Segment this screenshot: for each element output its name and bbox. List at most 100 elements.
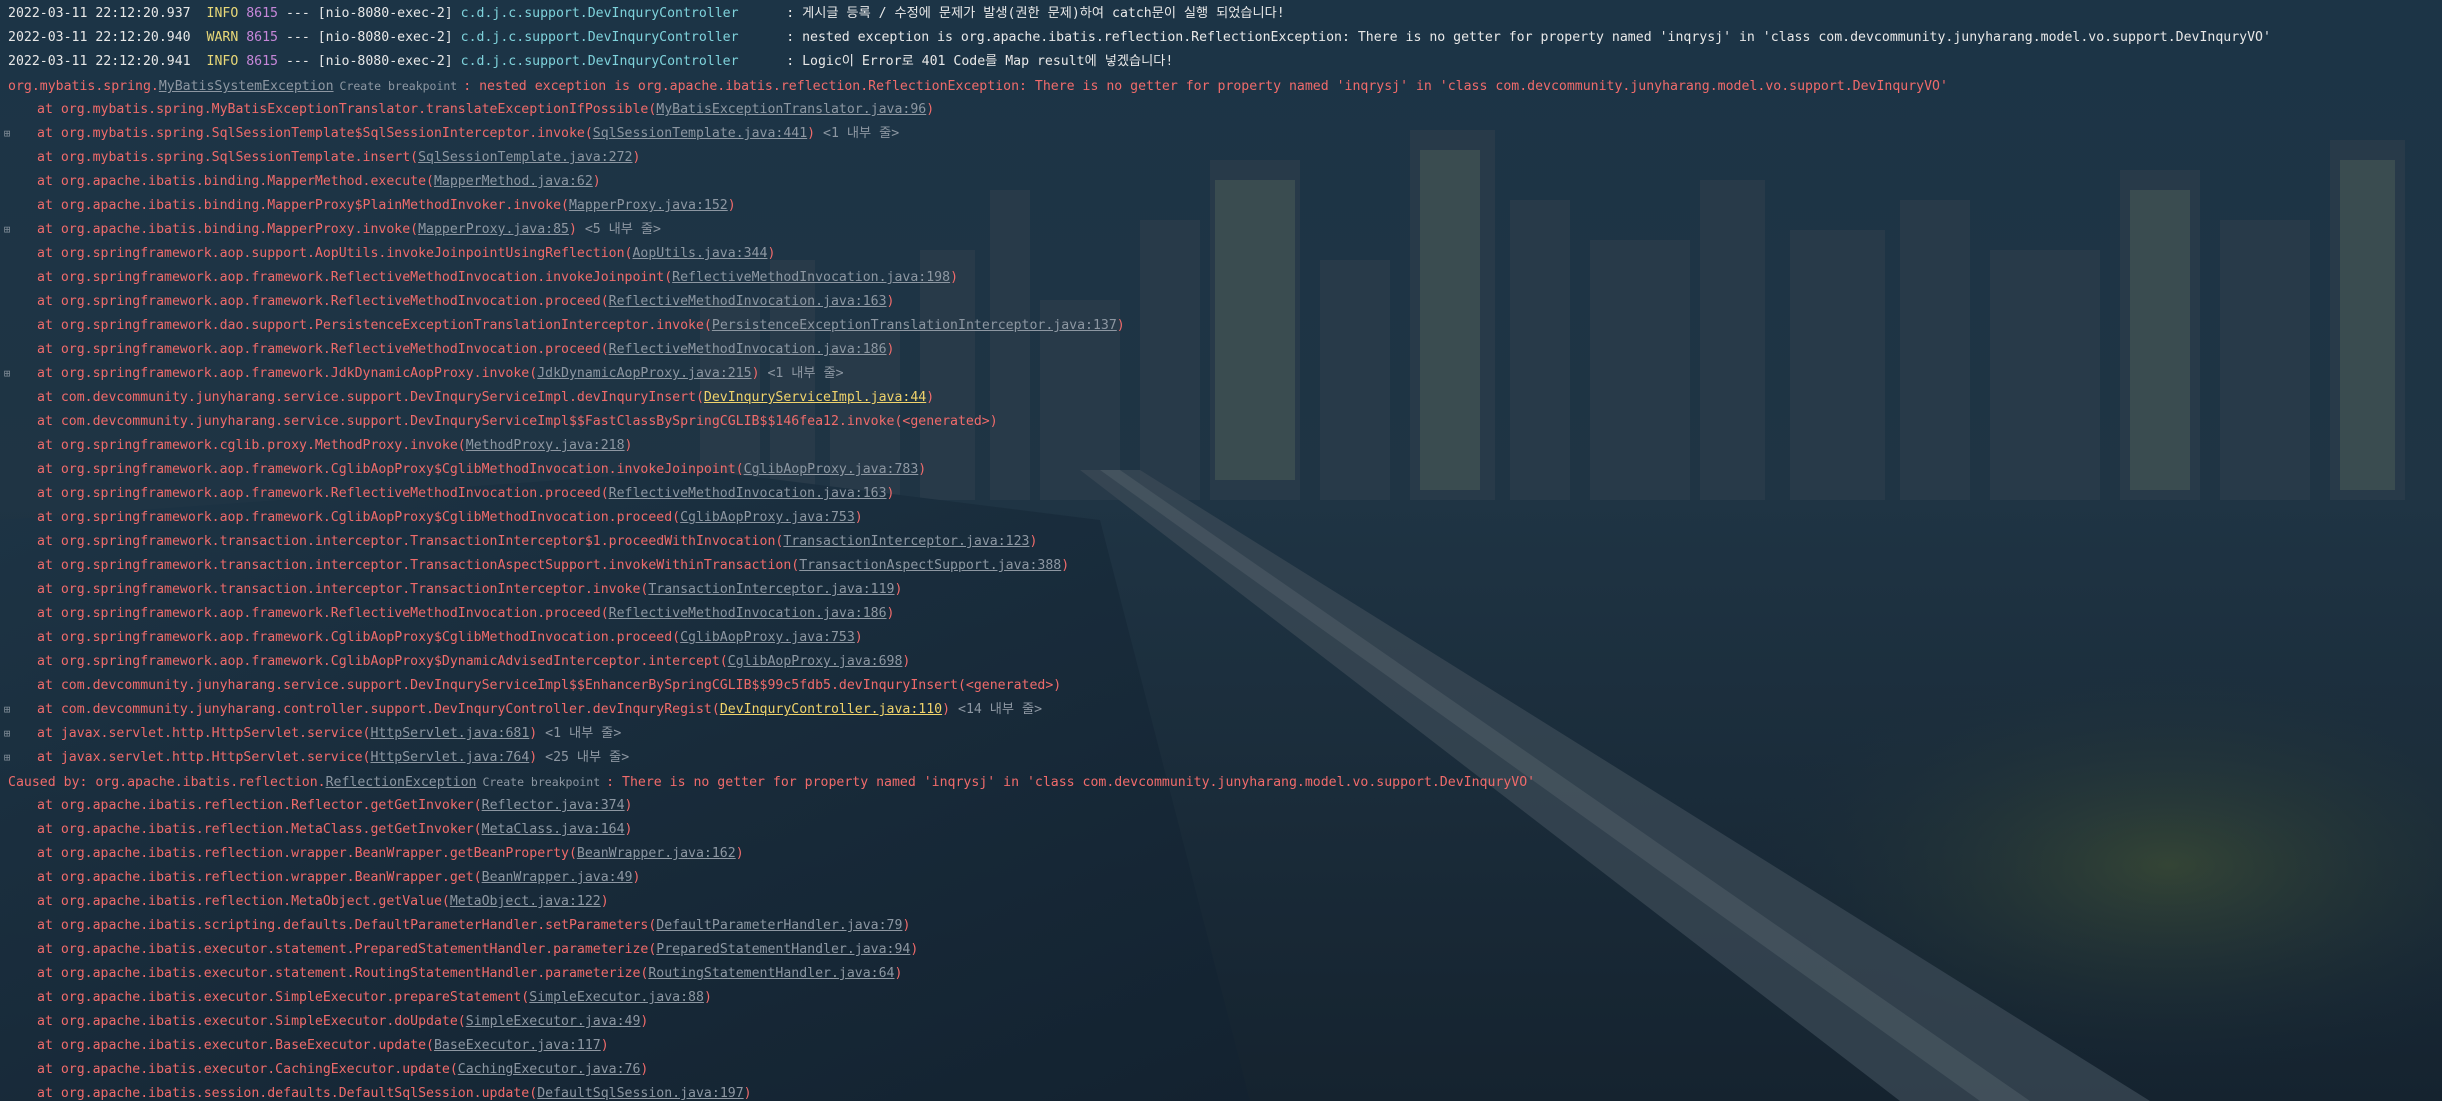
frame-source-link[interactable]: BeanWrapper.java:49 (482, 870, 633, 885)
frame-source-link[interactable]: BaseExecutor.java:117 (434, 1038, 601, 1053)
frame-source-link[interactable]: TransactionInterceptor.java:119 (648, 582, 894, 597)
exception-header: org.mybatis.spring.MyBatisSystemExceptio… (0, 74, 2442, 98)
frame-source-link[interactable]: MapperProxy.java:152 (569, 198, 728, 213)
stack-frame: at com.devcommunity.junyharang.service.s… (0, 410, 2442, 434)
frame-method: at com.devcommunity.junyharang.service.s… (37, 414, 998, 429)
frame-source-link[interactable]: JdkDynamicAopProxy.java:215 (537, 366, 751, 381)
folded-lines-label[interactable]: <1 내부 줄> (537, 726, 621, 741)
log-logger: c.d.j.c.support.DevInquryController (460, 54, 779, 69)
frame-source-link[interactable]: DefaultParameterHandler.java:79 (656, 918, 902, 933)
frame-source-link[interactable]: SqlSessionTemplate.java:272 (418, 150, 632, 165)
frame-source-link[interactable]: TransactionInterceptor.java:123 (783, 534, 1029, 549)
frame-method: at org.apache.ibatis.binding.MapperProxy… (37, 198, 569, 213)
frame-method: at org.apache.ibatis.reflection.MetaObje… (37, 894, 450, 909)
log-separator: --- (285, 30, 310, 45)
frame-suffix: ) (926, 102, 935, 117)
stack-frame: at org.springframework.aop.framework.Ref… (0, 266, 2442, 290)
caused-by-class-link[interactable]: ReflectionException (326, 775, 477, 790)
frame-suffix: ) (624, 798, 633, 813)
stack-frame: at org.apache.ibatis.reflection.Reflecto… (0, 794, 2442, 818)
folded-lines-label[interactable]: <5 내부 줄> (577, 222, 661, 237)
frame-method: at org.apache.ibatis.reflection.wrapper.… (37, 870, 482, 885)
caused-by-header: Caused by: org.apache.ibatis.reflection.… (0, 770, 2442, 794)
frame-source-link[interactable]: CglibAopProxy.java:753 (680, 510, 855, 525)
frame-source-link[interactable]: TransactionAspectSupport.java:388 (799, 558, 1061, 573)
frame-suffix: ) (886, 606, 895, 621)
frame-source-link[interactable]: SimpleExecutor.java:88 (529, 990, 704, 1005)
frame-source-link[interactable]: PersistenceExceptionTranslationIntercept… (712, 318, 1117, 333)
log-separator: --- (285, 54, 310, 69)
frame-source-link[interactable]: PreparedStatementHandler.java:94 (656, 942, 910, 957)
frame-suffix: ) (703, 990, 712, 1005)
frame-suffix: ) (600, 1038, 609, 1053)
exception-class-link[interactable]: MyBatisSystemException (159, 79, 334, 94)
frame-suffix: ) (854, 630, 863, 645)
expand-fold-icon[interactable]: ⊞ (1, 218, 13, 242)
folded-lines-label[interactable]: <14 내부 줄> (950, 702, 1042, 717)
frame-source-link[interactable]: SqlSessionTemplate.java:441 (593, 126, 807, 141)
frame-method: at com.devcommunity.junyharang.service.s… (37, 390, 704, 405)
stack-frame: at org.apache.ibatis.reflection.wrapper.… (0, 842, 2442, 866)
frame-method: at org.apache.ibatis.reflection.wrapper.… (37, 846, 577, 861)
frame-source-link[interactable]: BeanWrapper.java:162 (577, 846, 736, 861)
stack-frame: at org.apache.ibatis.binding.MapperMetho… (0, 170, 2442, 194)
frame-source-link[interactable]: MethodProxy.java:218 (466, 438, 625, 453)
frame-method: at org.springframework.transaction.inter… (37, 558, 800, 573)
stack-frame: at org.springframework.transaction.inter… (0, 530, 2442, 554)
expand-fold-icon[interactable]: ⊞ (1, 746, 13, 770)
frame-source-link[interactable]: MetaClass.java:164 (482, 822, 625, 837)
frame-source-link[interactable]: DevInquryController.java:110 (720, 702, 942, 717)
stack-frame: ⊞ at org.springframework.aop.framework.Jd… (0, 362, 2442, 386)
frame-source-link[interactable]: MapperMethod.java:62 (434, 174, 593, 189)
frame-source-link[interactable]: SimpleExecutor.java:49 (466, 1014, 641, 1029)
create-breakpoint-link[interactable]: Create breakpoint (476, 775, 606, 789)
frame-suffix: ) (751, 366, 760, 381)
create-breakpoint-link[interactable]: Create breakpoint (334, 79, 464, 93)
stack-frame: at org.springframework.aop.framework.Ref… (0, 602, 2442, 626)
log-timestamp: 2022-03-11 22:12:20.941 (8, 54, 191, 69)
log-level: WARN (206, 30, 239, 45)
frame-source-link[interactable]: ReflectiveMethodInvocation.java:186 (609, 606, 887, 621)
frame-source-link[interactable]: ReflectiveMethodInvocation.java:163 (609, 486, 887, 501)
log-line: 2022-03-11 22:12:20.937 INFO 8615 --- [n… (0, 2, 2442, 26)
folded-lines-label[interactable]: <1 내부 줄> (815, 126, 899, 141)
frame-source-link[interactable]: MapperProxy.java:85 (418, 222, 569, 237)
frame-source-link[interactable]: Reflector.java:374 (482, 798, 625, 813)
log-level: INFO (206, 54, 239, 69)
frame-source-link[interactable]: MetaObject.java:122 (450, 894, 601, 909)
frame-source-link[interactable]: CglibAopProxy.java:783 (744, 462, 919, 477)
frame-source-link[interactable]: ReflectiveMethodInvocation.java:198 (672, 270, 950, 285)
stack-frame: at org.springframework.aop.framework.Cgl… (0, 650, 2442, 674)
frame-suffix: ) (743, 1086, 752, 1101)
console-output[interactable]: 2022-03-11 22:12:20.937 INFO 8615 --- [n… (0, 0, 2442, 1101)
frame-source-link[interactable]: RoutingStatementHandler.java:64 (648, 966, 894, 981)
frame-source-link[interactable]: HttpServlet.java:764 (370, 750, 529, 765)
expand-fold-icon[interactable]: ⊞ (1, 362, 13, 386)
frame-source-link[interactable]: CachingExecutor.java:76 (458, 1062, 641, 1077)
frame-source-link[interactable]: ReflectiveMethodInvocation.java:186 (609, 342, 887, 357)
frame-suffix: ) (910, 942, 919, 957)
frame-method: at org.apache.ibatis.executor.CachingExe… (37, 1062, 458, 1077)
frame-source-link[interactable]: CglibAopProxy.java:753 (680, 630, 855, 645)
expand-fold-icon[interactable]: ⊞ (1, 122, 13, 146)
frame-source-link[interactable]: DevInquryServiceImpl.java:44 (704, 390, 926, 405)
frame-source-link[interactable]: AopUtils.java:344 (632, 246, 767, 261)
frame-source-link[interactable]: MyBatisExceptionTranslator.java:96 (656, 102, 926, 117)
stack-frame: at org.springframework.cglib.proxy.Metho… (0, 434, 2442, 458)
folded-lines-label[interactable]: <25 내부 줄> (537, 750, 629, 765)
frame-source-link[interactable]: HttpServlet.java:681 (370, 726, 529, 741)
log-pid: 8615 (246, 6, 278, 21)
stack-frame: ⊞ at org.apache.ibatis.binding.MapperProx… (0, 218, 2442, 242)
stack-frame: at org.apache.ibatis.reflection.MetaClas… (0, 818, 2442, 842)
expand-fold-icon[interactable]: ⊞ (1, 698, 13, 722)
frame-source-link[interactable]: ReflectiveMethodInvocation.java:163 (609, 294, 887, 309)
frame-method: at org.springframework.aop.support.AopUt… (37, 246, 633, 261)
frame-source-link[interactable]: CglibAopProxy.java:698 (728, 654, 903, 669)
frame-source-link[interactable]: DefaultSqlSession.java:197 (537, 1086, 743, 1101)
folded-lines-label[interactable]: <1 내부 줄> (760, 366, 843, 381)
caused-by-stack-trace: at org.apache.ibatis.reflection.Reflecto… (0, 794, 2442, 1101)
log-thread: [nio-8080-exec-2] (317, 30, 453, 45)
expand-fold-icon[interactable]: ⊞ (1, 722, 13, 746)
frame-suffix: ) (735, 846, 744, 861)
stack-frame: ⊞ at javax.servlet.http.HttpServlet.servi… (0, 746, 2442, 770)
